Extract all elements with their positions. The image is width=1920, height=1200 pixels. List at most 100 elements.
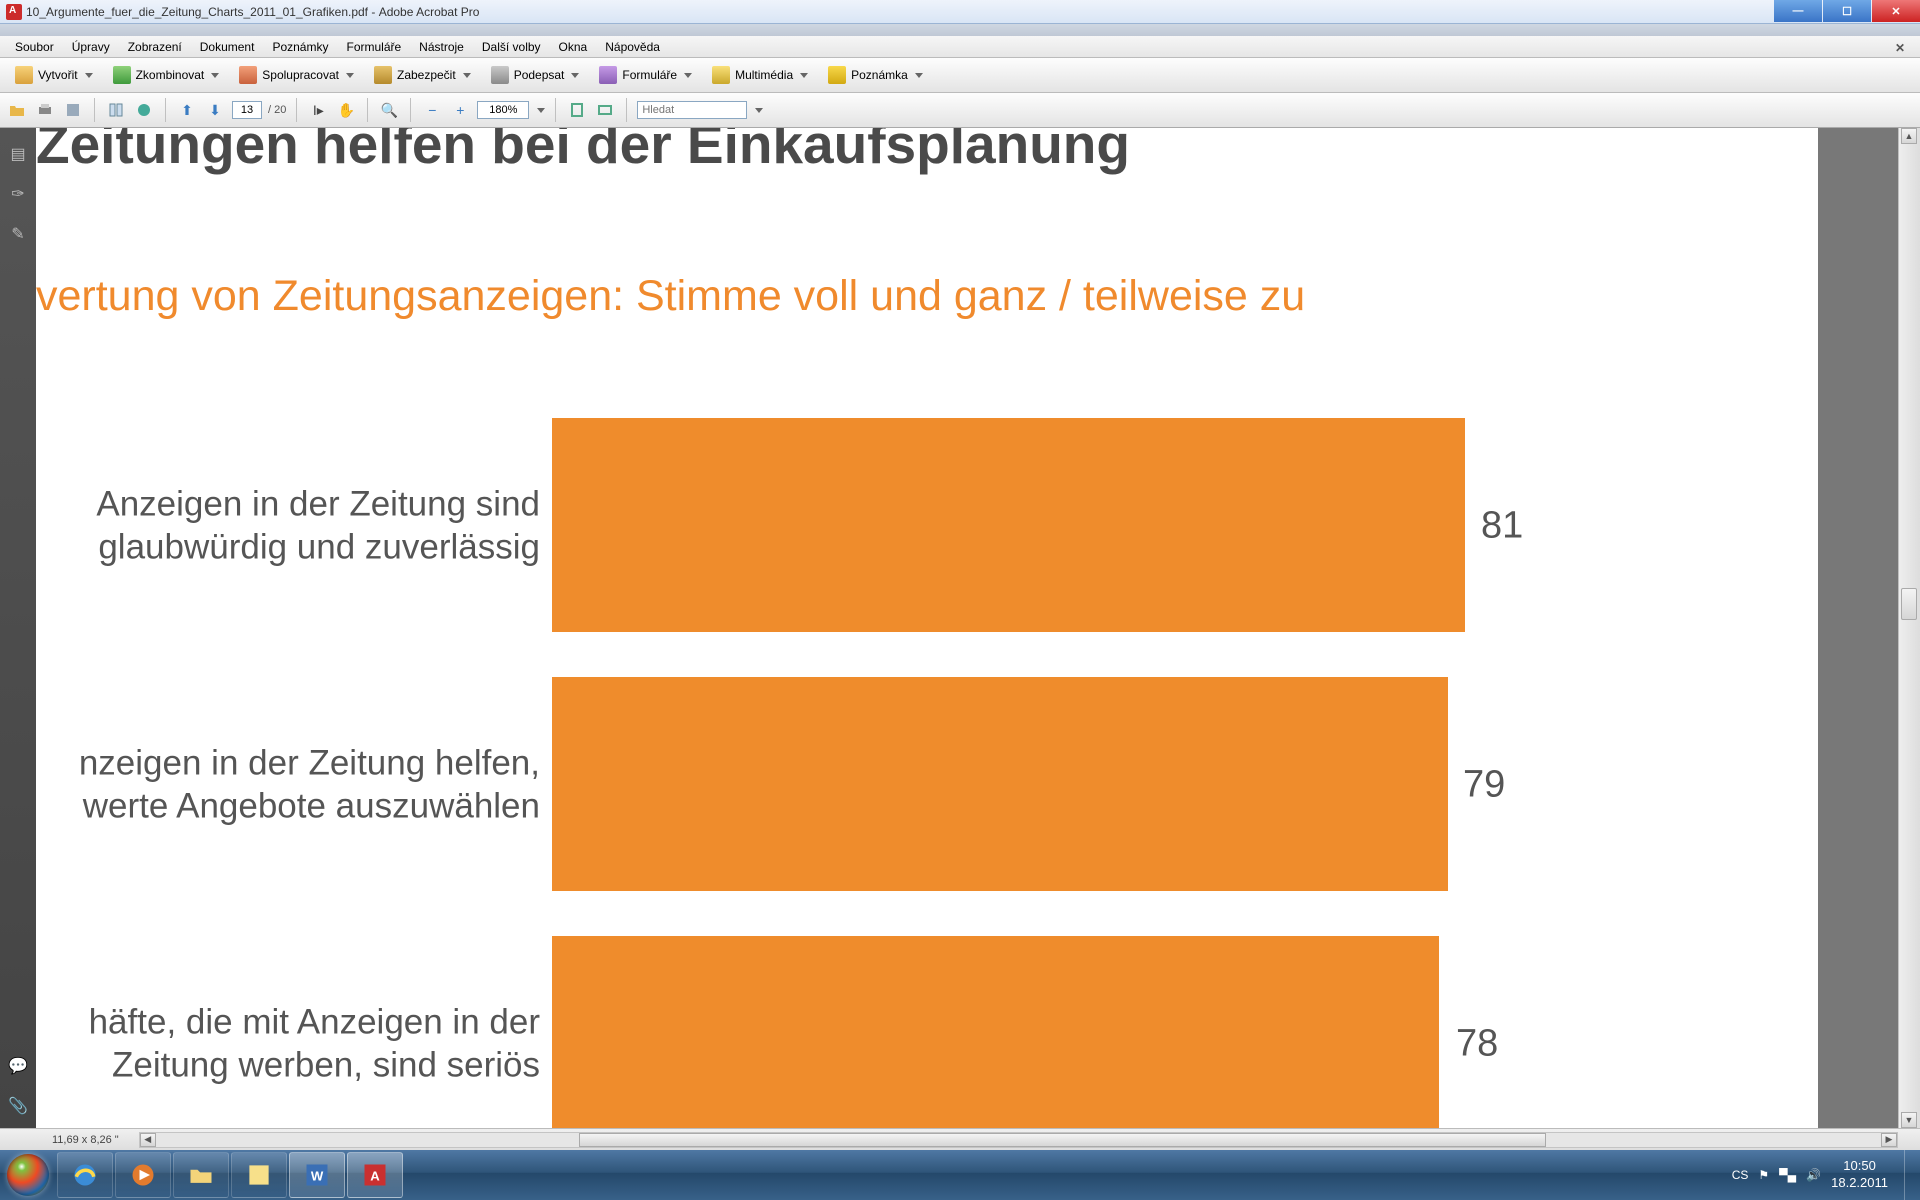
page-subtitle: vertung von Zeitungsanzeigen: Stimme vol… (36, 272, 1305, 321)
close-doc-button[interactable]: ✕ (1886, 38, 1914, 58)
tab-strip (0, 24, 1920, 36)
comment-icon (828, 66, 846, 84)
language-indicator[interactable]: CS (1732, 1168, 1749, 1182)
chevron-down-icon[interactable] (755, 108, 763, 113)
start-button[interactable] (0, 1150, 56, 1200)
bookmarks-icon[interactable]: ✑ (8, 184, 28, 204)
scroll-right-button[interactable]: ▶ (1881, 1133, 1897, 1147)
menu-forms[interactable]: Formuláře (337, 37, 410, 57)
print-button[interactable] (34, 99, 56, 121)
sign-button[interactable]: Podepsat (482, 62, 589, 88)
vertical-scrollbar[interactable]: ▲ ▼ (1898, 128, 1920, 1128)
tray-volume-icon[interactable]: 🔊 (1806, 1168, 1821, 1182)
chevron-down-icon (463, 73, 471, 78)
tray-flag-icon[interactable]: ⚑ (1758, 1168, 1769, 1182)
nav-pane[interactable]: ▤ ✑ ✎ 💬 📎 (0, 128, 36, 1128)
search-input[interactable] (637, 101, 747, 119)
scroll-thumb[interactable] (1901, 588, 1917, 620)
menu-advanced[interactable]: Další volby (473, 37, 550, 57)
show-desktop-button[interactable] (1904, 1150, 1916, 1200)
fit-page-button[interactable] (566, 99, 588, 121)
menu-document[interactable]: Dokument (191, 37, 264, 57)
zoom-input[interactable] (477, 101, 529, 119)
menu-edit[interactable]: Úpravy (63, 37, 119, 57)
taskbar-app-explorer[interactable] (173, 1152, 229, 1198)
minimize-button[interactable]: — (1774, 0, 1822, 22)
pen-icon (491, 66, 509, 84)
menu-comments[interactable]: Poznámky (263, 37, 337, 57)
chevron-down-icon (85, 73, 93, 78)
prev-page-button[interactable]: ⬆ (176, 99, 198, 121)
chart-value: 79 (1463, 763, 1505, 806)
maximize-button[interactable]: ☐ (1823, 0, 1871, 22)
tray-clock[interactable]: 10:50 18.2.2011 (1831, 1158, 1888, 1192)
pages-button[interactable] (105, 99, 127, 121)
signatures-icon[interactable]: ✎ (8, 224, 28, 244)
chevron-down-icon[interactable] (537, 108, 545, 113)
close-button[interactable]: ✕ (1872, 0, 1920, 22)
chart-row: häfte, die mit Anzeigen in der Zeitung w… (36, 936, 1556, 1128)
scroll-down-button[interactable]: ▼ (1901, 1112, 1917, 1128)
open-button[interactable] (6, 99, 28, 121)
fit-width-button[interactable] (594, 99, 616, 121)
titlebar[interactable]: 10_Argumente_fuer_die_Zeitung_Charts_201… (0, 0, 1920, 24)
scroll-up-button[interactable]: ▲ (1901, 128, 1917, 144)
chart-row: nzeigen in der Zeitung helfen, werte Ang… (36, 677, 1556, 892)
create-button[interactable]: Vytvořit (6, 62, 102, 88)
lock-icon (374, 66, 392, 84)
menubar[interactable]: Soubor Úpravy Zobrazení Dokument Poznámk… (0, 36, 1920, 58)
forms-button[interactable]: Formuláře (590, 62, 701, 88)
save-button[interactable] (62, 99, 84, 121)
toolbar-main: Vytvořit Zkombinovat Spolupracovat Zabez… (0, 58, 1920, 93)
chevron-down-icon (211, 73, 219, 78)
chart-bar (552, 418, 1465, 632)
menu-help[interactable]: Nápověda (596, 37, 669, 57)
taskbar[interactable]: W A CS ⚑ ▀▄ 🔊 10:50 18.2.2011 (0, 1150, 1920, 1200)
chevron-down-icon (915, 73, 923, 78)
menu-tools[interactable]: Nástroje (410, 37, 473, 57)
scroll-left-button[interactable]: ◀ (140, 1133, 156, 1147)
chart-value: 78 (1456, 1022, 1498, 1065)
pdf-page: Zeitungen helfen bei der Einkaufsplanung… (36, 128, 1818, 1128)
page-title: Zeitungen helfen bei der Einkaufsplanung (36, 128, 1130, 176)
taskbar-app-ie[interactable] (57, 1152, 113, 1198)
combine-button[interactable]: Zkombinovat (104, 62, 229, 88)
email-button[interactable] (133, 99, 155, 121)
page-view[interactable]: Zeitungen helfen bei der Einkaufsplanung… (36, 128, 1898, 1128)
select-tool[interactable]: I▸ (307, 99, 329, 121)
zoom-in-button[interactable]: + (449, 99, 471, 121)
toolbar-page: ⬆ ⬇ / 20 I▸ ✋ 🔍 − + (0, 93, 1920, 128)
combine-icon (113, 66, 131, 84)
tray-network-icon[interactable]: ▀▄ (1779, 1168, 1796, 1182)
taskbar-app-wmp[interactable] (115, 1152, 171, 1198)
comments-icon[interactable]: 💬 (8, 1056, 28, 1076)
next-page-button[interactable]: ⬇ (204, 99, 226, 121)
system-tray[interactable]: CS ⚑ ▀▄ 🔊 10:50 18.2.2011 (1732, 1150, 1920, 1200)
document-area: ▤ ✑ ✎ 💬 📎 Zeitungen helfen bei der Einka… (0, 128, 1920, 1128)
hand-tool[interactable]: ✋ (335, 99, 357, 121)
menu-window[interactable]: Okna (550, 37, 597, 57)
multimedia-button[interactable]: Multimédia (703, 62, 817, 88)
attachments-icon[interactable]: 📎 (8, 1096, 28, 1116)
page-thumbnails-icon[interactable]: ▤ (8, 144, 28, 164)
zoom-out-button[interactable]: − (421, 99, 443, 121)
taskbar-app-reader[interactable]: A (347, 1152, 403, 1198)
scroll-thumb[interactable] (579, 1133, 1546, 1147)
statusbar: 11,69 x 8,26 " ◀ ▶ (0, 1128, 1920, 1150)
chart-bar (552, 936, 1439, 1128)
page-number-input[interactable] (232, 101, 262, 119)
taskbar-app-word[interactable]: W (289, 1152, 345, 1198)
menu-view[interactable]: Zobrazení (119, 37, 191, 57)
taskbar-app-sticky[interactable] (231, 1152, 287, 1198)
marquee-zoom[interactable]: 🔍 (378, 99, 400, 121)
chevron-down-icon (571, 73, 579, 78)
chart-category-label: Anzeigen in der Zeitung sind glaubwürdig… (36, 482, 540, 570)
menu-file[interactable]: Soubor (6, 37, 63, 57)
app-window: 10_Argumente_fuer_die_Zeitung_Charts_201… (0, 0, 1920, 1150)
bar-chart: Anzeigen in der Zeitung sind glaubwürdig… (36, 418, 1556, 1128)
collaborate-icon (239, 66, 257, 84)
collaborate-button[interactable]: Spolupracovat (230, 62, 363, 88)
secure-button[interactable]: Zabezpečit (365, 62, 480, 88)
horizontal-scrollbar[interactable]: ◀ ▶ (139, 1132, 1898, 1148)
comment-button[interactable]: Poznámka (819, 62, 932, 88)
